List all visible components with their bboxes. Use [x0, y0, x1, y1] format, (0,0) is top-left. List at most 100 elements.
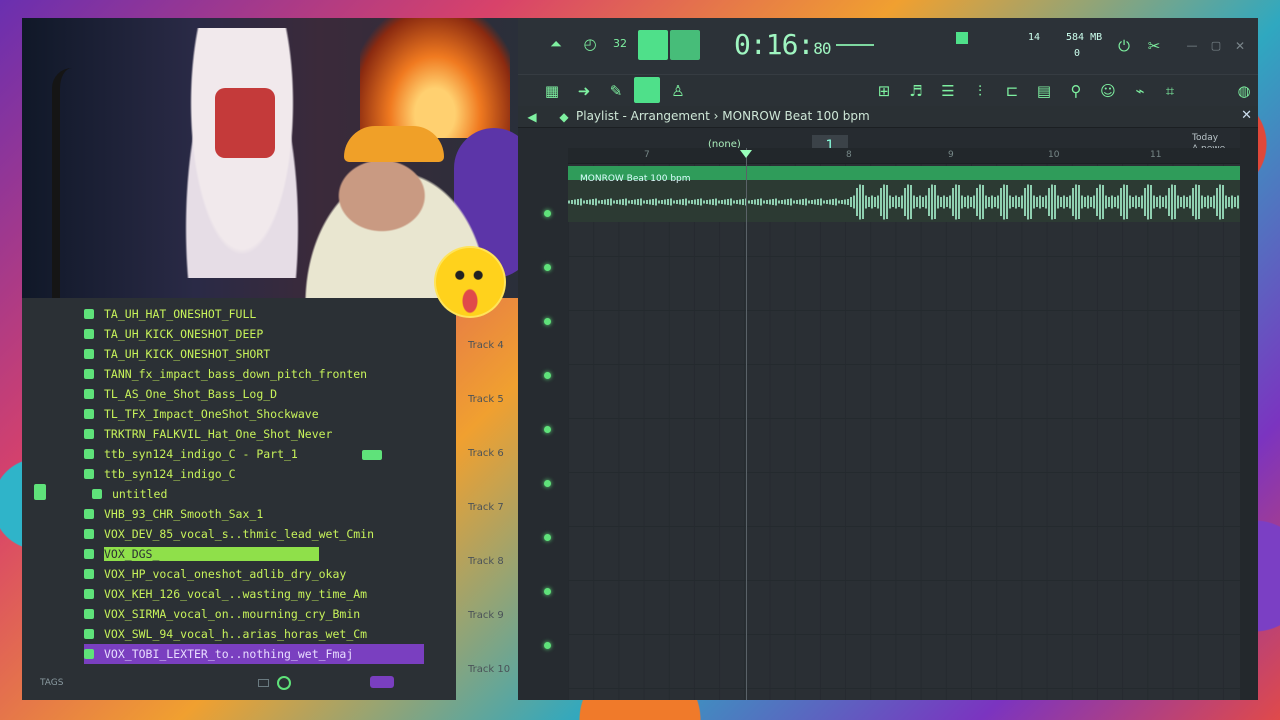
browser-icon[interactable]: ⊏ — [1002, 81, 1022, 101]
mixer-icon[interactable]: ⫶ — [970, 81, 990, 101]
track-mute-led[interactable] — [544, 426, 551, 433]
panel-button[interactable] — [370, 676, 394, 688]
brush-icon[interactable]: ♙ — [668, 81, 688, 101]
track-list: Track 4 Track 5 Track 6 Track 7 Track 8 … — [460, 128, 568, 700]
plugin-icon[interactable]: ⚲ — [1066, 81, 1086, 101]
audio-file-icon — [84, 429, 94, 439]
list-item[interactable]: VOX_SIRMA_vocal_on..mourning_cry_Bmin — [84, 604, 424, 624]
snap-button[interactable] — [638, 30, 668, 60]
bar-number: 10 — [1048, 150, 1060, 160]
waveform-bar — [712, 199, 714, 205]
globe-icon[interactable]: ◍ — [1234, 81, 1254, 101]
playlist-icon[interactable]: ⊞ — [874, 81, 894, 101]
list-item[interactable]: TA_UH_KICK_ONESHOT_SHORT — [84, 344, 424, 364]
track-mute-led[interactable] — [544, 534, 551, 541]
list-item[interactable]: VOX_DGS_ — [84, 544, 424, 564]
track-mute-led[interactable] — [544, 480, 551, 487]
list-item[interactable]: VHB_93_CHR_Smooth_Sax_1 — [84, 504, 424, 524]
minimize-icon[interactable]: — — [1182, 36, 1202, 56]
list-item-selected[interactable]: VOX_TOBI_LEXTER_to..nothing_wet_Fmaj — [84, 644, 424, 664]
list-item[interactable]: VOX_KEH_126_vocal_..wasting_my_time_Am — [84, 584, 424, 604]
list-item[interactable]: TANN_fx_impact_bass_down_pitch_fronten — [84, 364, 424, 384]
waveform-bar — [1060, 197, 1062, 207]
speaker-icon[interactable]: ◀ — [522, 107, 542, 127]
track-name[interactable]: Track 6 — [468, 448, 504, 459]
waveform-bar — [763, 200, 765, 204]
list-item[interactable]: untitled — [84, 484, 424, 504]
playlist-close-icon[interactable]: ✕ — [1241, 108, 1252, 123]
tools-icon[interactable]: ✂ — [1144, 36, 1164, 56]
waveform-bar — [949, 195, 951, 209]
timeline-ruler[interactable]: 7 8 9 10 11 — [568, 148, 1240, 164]
search-icon[interactable] — [277, 676, 291, 690]
list-item[interactable]: TL_TFX_Impact_OneShot_Shockwave — [84, 404, 424, 424]
tags-label[interactable]: TAGS — [40, 678, 63, 688]
arrow-icon[interactable]: ➜ — [574, 81, 594, 101]
power-icon[interactable]: ⏻ — [1114, 36, 1134, 56]
draw-tool-button[interactable] — [634, 77, 660, 103]
master-volume-slider[interactable] — [836, 44, 874, 46]
song-position[interactable]: 0:16:80 — [734, 28, 832, 61]
list-item[interactable]: TL_AS_One_Shot_Bass_Log_D — [84, 384, 424, 404]
tempo-tap-icon[interactable]: ⏶ — [546, 34, 566, 54]
waveform-bar — [619, 199, 621, 205]
list-item[interactable]: TA_UH_HAT_ONESHOT_FULL — [84, 304, 424, 324]
pencil-icon[interactable]: ✎ — [606, 81, 626, 101]
waveform-bar — [760, 198, 762, 206]
waveform-bar — [958, 185, 960, 219]
waveform-bar — [829, 199, 831, 205]
waveform-bar — [805, 198, 807, 206]
track-mute-led[interactable] — [544, 318, 551, 325]
playlist-menu-icon[interactable]: ◆ — [554, 107, 574, 127]
list-item[interactable]: TA_UH_KICK_ONESHOT_DEEP — [84, 324, 424, 344]
song-position-marker[interactable] — [740, 150, 752, 158]
list-item[interactable]: VOX_SWL_94_vocal_h..arias_horas_wet_Cm — [84, 624, 424, 644]
track-mute-led[interactable] — [544, 642, 551, 649]
waveform-bar — [601, 200, 603, 204]
grid-icon[interactable]: ⌗ — [1160, 81, 1180, 101]
waveform-bar — [676, 200, 678, 204]
waveform-bar — [1141, 195, 1143, 209]
waveform-bar — [796, 200, 798, 204]
browser-collapse-handle[interactable] — [34, 484, 46, 500]
clip-header[interactable]: MONROW Beat 100 bpm — [568, 166, 1240, 184]
channel-rack-icon[interactable]: ☰ — [938, 81, 958, 101]
list-item[interactable]: TRKTRN_FALKVIL_Hat_One_Shot_Never — [84, 424, 424, 444]
track-name[interactable]: Track 4 — [468, 340, 504, 351]
waveform-bar — [790, 198, 792, 206]
list-item[interactable]: VOX_HP_vocal_oneshot_adlib_dry_okay — [84, 564, 424, 584]
track-name[interactable]: Track 9 — [468, 610, 504, 621]
arrangement-grid[interactable] — [568, 148, 1240, 700]
metronome-icon[interactable]: ◴ — [580, 34, 600, 54]
waveform-bar — [769, 199, 771, 205]
waveform-bar — [1195, 184, 1197, 220]
speaker-icon[interactable]: ⌁ — [1130, 81, 1150, 101]
maximize-icon[interactable]: ▢ — [1206, 36, 1226, 56]
person-icon[interactable]: ☺ — [1098, 81, 1118, 101]
step-icon[interactable]: 32 — [610, 34, 630, 54]
piano-roll-icon[interactable]: ♬ — [906, 81, 926, 101]
audio-clip[interactable]: MONROW Beat 100 bpm — [568, 166, 1240, 222]
loop-button[interactable] — [670, 30, 700, 60]
track-mute-led[interactable] — [544, 372, 551, 379]
waveform-bar — [1066, 197, 1068, 207]
folder-icon[interactable] — [258, 679, 269, 687]
waveform-bar — [1003, 184, 1005, 220]
file-icon[interactable]: ▤ — [1034, 81, 1054, 101]
vertical-scrollbar[interactable] — [1240, 128, 1258, 700]
playhead-line[interactable] — [746, 148, 747, 700]
track-name[interactable]: Track 5 — [468, 394, 504, 405]
waveform-bar — [1072, 188, 1074, 216]
piano-icon[interactable]: ▦ — [542, 81, 562, 101]
list-item[interactable]: ttb_syn124_indigo_C — [84, 464, 424, 484]
track-mute-led[interactable] — [544, 264, 551, 271]
track-name[interactable]: Track 8 — [468, 556, 504, 567]
track-mute-led[interactable] — [544, 210, 551, 217]
track-mute-led[interactable] — [544, 588, 551, 595]
list-item[interactable]: VOX_DEV_85_vocal_s..thmic_lead_wet_Cmin — [84, 524, 424, 544]
track-name[interactable]: Track 7 — [468, 502, 504, 513]
close-icon[interactable]: ✕ — [1230, 36, 1250, 56]
waveform-bar — [820, 198, 822, 206]
track-name[interactable]: Track 10 — [468, 664, 510, 675]
waveform-bar — [748, 200, 750, 204]
